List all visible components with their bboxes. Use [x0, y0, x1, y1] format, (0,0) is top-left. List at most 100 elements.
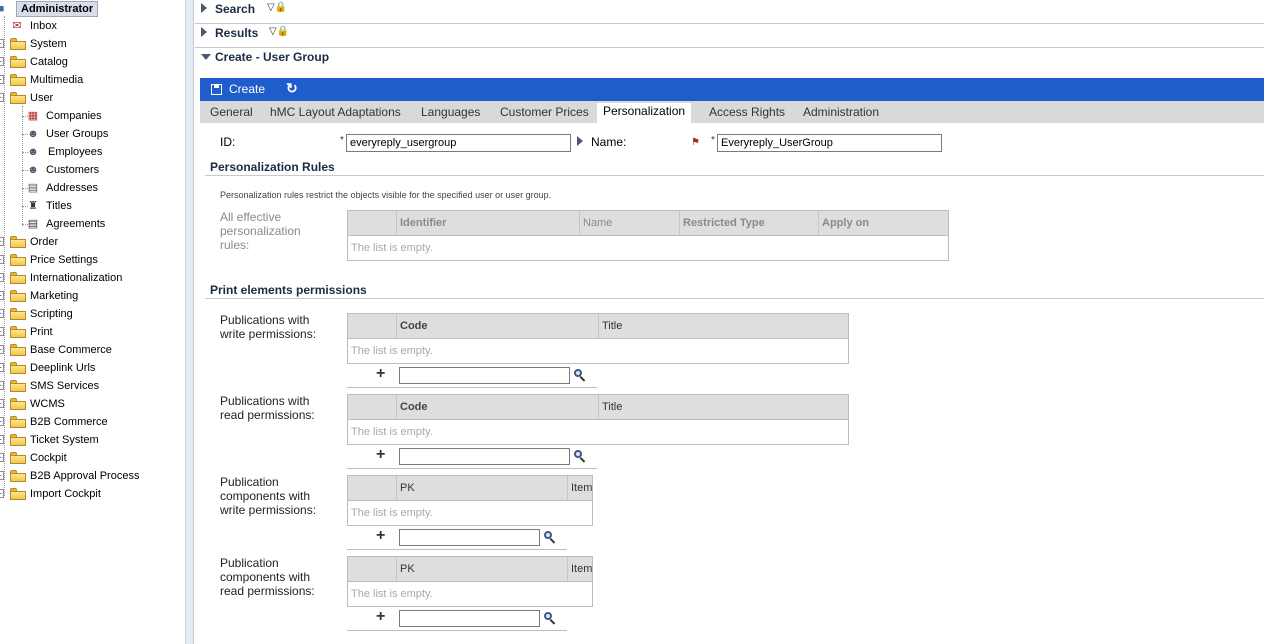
sidebar-item-agreements[interactable]: ▤ Agreements: [0, 215, 185, 233]
sidebar-item-companies[interactable]: ▦ Companies: [0, 107, 185, 125]
filter-lock-icon[interactable]: ▽🔒: [269, 26, 291, 40]
expand-icon[interactable]: +: [0, 453, 4, 462]
expand-icon[interactable]: +: [0, 381, 4, 390]
sidebar-item-b2b-approval-process[interactable]: + B2B Approval Process: [0, 467, 185, 485]
expand-icon[interactable]: +: [0, 327, 4, 336]
tab-administration[interactable]: Administration: [797, 104, 885, 123]
expand-icon[interactable]: +: [0, 57, 4, 66]
column-header-item[interactable]: Item: [567, 557, 592, 582]
expand-icon[interactable]: +: [0, 417, 4, 426]
sidebar-item-sms-services[interactable]: + SMS Services: [0, 377, 185, 395]
expand-icon[interactable]: +: [0, 345, 4, 354]
id-input[interactable]: [346, 134, 571, 152]
add-icon[interactable]: +: [376, 365, 385, 383]
expand-icon[interactable]: +: [0, 309, 4, 318]
sidebar-item-employees[interactable]: ☻ Employees: [0, 143, 185, 161]
collapse-arrow-icon[interactable]: [201, 54, 211, 60]
pane-splitter[interactable]: [186, 0, 194, 644]
table-header: PK Item: [348, 557, 592, 582]
sidebar-item-ticket-system[interactable]: + Ticket System: [0, 431, 185, 449]
search-icon[interactable]: [543, 611, 557, 625]
expand-arrow-icon[interactable]: [201, 3, 207, 13]
add-icon[interactable]: +: [376, 608, 385, 626]
sidebar-item-label: Scripting: [30, 308, 73, 320]
sidebar-item-system[interactable]: + System: [0, 35, 185, 53]
sidebar-item-user-groups[interactable]: ☻ User Groups: [0, 125, 185, 143]
tab-access-rights[interactable]: Access Rights: [703, 104, 791, 123]
sidebar-item-inbox[interactable]: ✉ Inbox: [0, 17, 185, 35]
expand-arrow-icon[interactable]: [577, 136, 583, 146]
column-header-pk[interactable]: PK: [396, 557, 567, 582]
collapse-icon[interactable]: −: [0, 93, 4, 102]
tab-customer-prices[interactable]: Customer Prices: [494, 104, 595, 123]
expand-icon[interactable]: +: [0, 255, 4, 264]
folder-icon: [10, 344, 26, 356]
expand-icon[interactable]: +: [0, 39, 4, 48]
tab-hmc-layout-adaptations[interactable]: hMC Layout Adaptations: [264, 104, 407, 123]
sidebar-item-deeplink-urls[interactable]: + Deeplink Urls: [0, 359, 185, 377]
sidebar-item-label: Cockpit: [30, 452, 67, 464]
language-flag-icon[interactable]: ⚑: [691, 137, 705, 151]
expand-icon[interactable]: +: [0, 489, 4, 498]
sidebar-item-user[interactable]: − User: [0, 89, 185, 107]
tab-general[interactable]: General: [204, 104, 259, 123]
sidebar-item-addresses[interactable]: ▤ Addresses: [0, 179, 185, 197]
sidebar-item-catalog[interactable]: + Catalog: [0, 53, 185, 71]
filter-lock-icon[interactable]: ▽🔒: [267, 2, 289, 16]
name-input[interactable]: [717, 134, 942, 152]
sidebar-item-base-commerce[interactable]: + Base Commerce: [0, 341, 185, 359]
tab-personalization[interactable]: Personalization: [597, 103, 692, 123]
expand-arrow-icon[interactable]: [201, 27, 207, 37]
results-section-header[interactable]: Results ▽🔒: [195, 24, 1264, 48]
sidebar-item-cockpit[interactable]: + Cockpit: [0, 449, 185, 467]
column-header-title[interactable]: Title: [598, 314, 848, 339]
add-icon[interactable]: +: [376, 446, 385, 464]
expand-icon[interactable]: +: [0, 273, 4, 282]
create-section-header[interactable]: Create - User Group: [195, 48, 1264, 72]
sidebar-item-import-cockpit[interactable]: + Import Cockpit: [0, 485, 185, 503]
sidebar-item-wcms[interactable]: + WCMS: [0, 395, 185, 413]
tab-languages[interactable]: Languages: [415, 104, 486, 123]
column-header-pk[interactable]: PK: [396, 476, 567, 501]
component-search-input[interactable]: [399, 529, 540, 546]
sidebar-item-customers[interactable]: ☻ Customers: [0, 161, 185, 179]
expand-icon[interactable]: +: [0, 435, 4, 444]
publication-search-input[interactable]: [399, 448, 570, 465]
expand-icon[interactable]: +: [0, 237, 4, 246]
sidebar-item-order[interactable]: + Order: [0, 233, 185, 251]
search-section-header[interactable]: Search ▽🔒: [195, 0, 1264, 24]
expand-icon[interactable]: +: [0, 399, 4, 408]
search-icon[interactable]: [573, 449, 587, 463]
column-header-title[interactable]: Title: [598, 395, 848, 420]
sidebar-item-internationalization[interactable]: + Internationalization: [0, 269, 185, 287]
column-header-item[interactable]: Item: [567, 476, 592, 501]
expand-icon[interactable]: +: [0, 291, 4, 300]
tree-root[interactable]: ■ Administrator: [0, 0, 185, 18]
search-icon[interactable]: [573, 368, 587, 382]
empty-list-text: The list is empty.: [351, 426, 433, 438]
save-icon[interactable]: [211, 84, 222, 95]
column-header-identifier[interactable]: Identifier: [396, 211, 579, 236]
sidebar-item-print[interactable]: + Print: [0, 323, 185, 341]
expand-icon[interactable]: +: [0, 75, 4, 84]
column-header-code[interactable]: Code: [396, 314, 598, 339]
publication-search-input[interactable]: [399, 367, 570, 384]
sidebar-item-multimedia[interactable]: + Multimedia: [0, 71, 185, 89]
add-icon[interactable]: +: [376, 527, 385, 545]
column-header-name[interactable]: Name: [579, 211, 679, 236]
refresh-icon[interactable]: ↻: [286, 80, 298, 97]
expand-icon[interactable]: +: [0, 471, 4, 480]
expand-icon[interactable]: +: [0, 363, 4, 372]
sidebar-item-b2b-commerce[interactable]: + B2B Commerce: [0, 413, 185, 431]
column-header-restricted-type[interactable]: Restricted Type: [679, 211, 818, 236]
navigation-tree: ■ Administrator ✉ Inbox + System + Catal…: [0, 0, 186, 644]
search-icon[interactable]: [543, 530, 557, 544]
column-header-apply-on[interactable]: Apply on: [818, 211, 948, 236]
column-header-code[interactable]: Code: [396, 395, 598, 420]
sidebar-item-scripting[interactable]: + Scripting: [0, 305, 185, 323]
component-search-input[interactable]: [399, 610, 540, 627]
sidebar-item-titles[interactable]: ♜ Titles: [0, 197, 185, 215]
sidebar-item-price-settings[interactable]: + Price Settings: [0, 251, 185, 269]
create-button[interactable]: Create: [229, 82, 265, 96]
sidebar-item-marketing[interactable]: + Marketing: [0, 287, 185, 305]
